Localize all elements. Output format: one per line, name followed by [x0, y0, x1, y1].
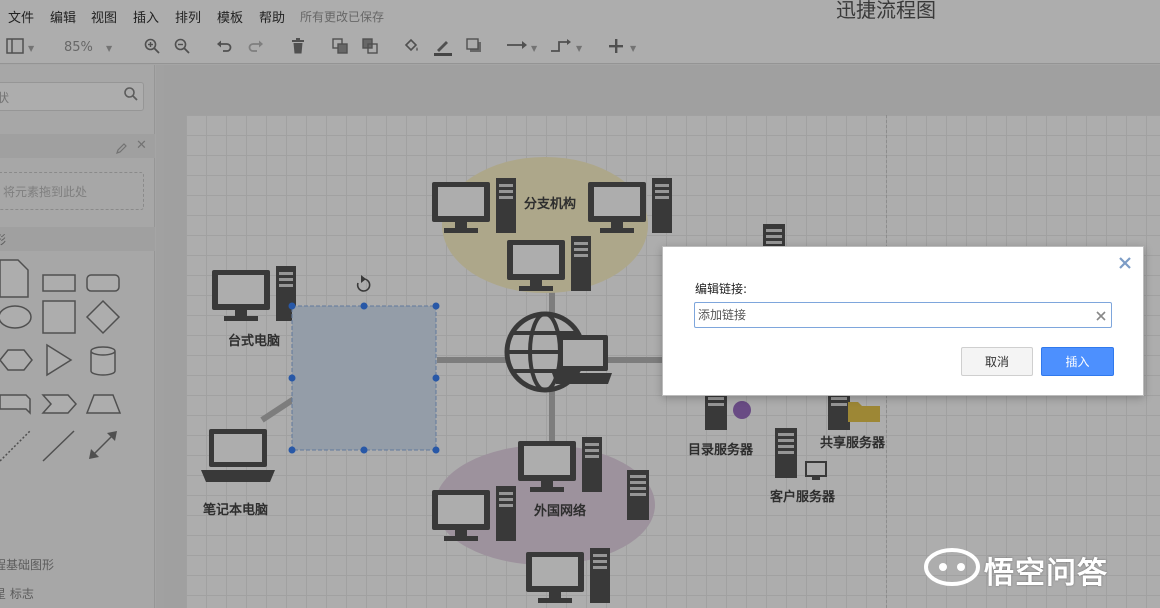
edit-link-dialog: 编辑链接: 取消 插入 [662, 246, 1144, 396]
watermark-logo-icon [924, 548, 980, 586]
dialog-title: 编辑链接: [695, 282, 748, 296]
link-url-input[interactable] [694, 302, 1112, 328]
clear-input-icon[interactable] [1094, 308, 1108, 322]
insert-button[interactable]: 插入 [1041, 347, 1114, 376]
cancel-button[interactable]: 取消 [961, 347, 1033, 376]
watermark: 悟空问答 [924, 543, 1154, 591]
close-icon[interactable] [1117, 255, 1133, 271]
watermark-text: 悟空问答 [984, 556, 1108, 591]
